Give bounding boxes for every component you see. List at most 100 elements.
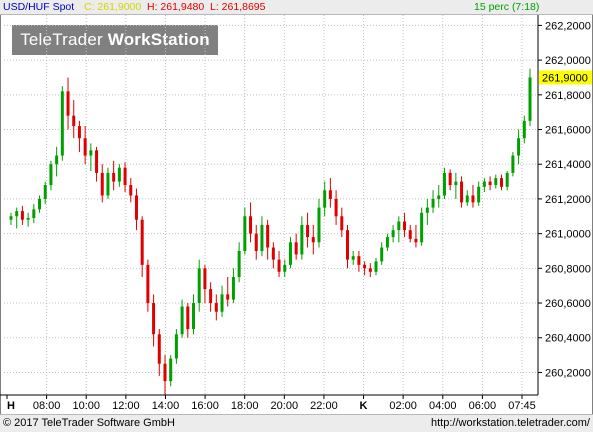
- candle-up: [60, 86, 64, 161]
- candle-up: [9, 212, 13, 225]
- candle-body: [266, 224, 270, 248]
- candle-body: [134, 195, 138, 220]
- candle-down: [152, 294, 156, 347]
- candle-body: [20, 211, 24, 220]
- candle-up: [437, 185, 441, 208]
- candle-down: [448, 169, 452, 191]
- candle-up: [454, 172, 458, 199]
- candle-down: [83, 126, 87, 165]
- candle-body: [294, 242, 298, 255]
- candle-up: [89, 143, 93, 172]
- candle-up: [517, 129, 521, 165]
- candle-body: [152, 303, 156, 335]
- candle-body: [311, 237, 315, 243]
- website-link[interactable]: http://workstation.teletrader.com/: [431, 415, 590, 431]
- candle-down: [203, 264, 207, 304]
- candle-body: [334, 198, 338, 217]
- candle-body: [488, 181, 492, 186]
- candle-up: [237, 242, 241, 283]
- candle-body: [140, 219, 144, 265]
- candle-body: [174, 334, 178, 359]
- candle-body: [403, 221, 407, 231]
- candle-body: [203, 268, 207, 290]
- price-tick-label: 262,2000: [545, 20, 591, 32]
- candle-up: [169, 355, 173, 387]
- candle-body: [209, 289, 213, 304]
- grid-lines: [4, 15, 537, 395]
- candle-down: [123, 162, 127, 192]
- candle-body: [499, 178, 503, 187]
- price-tick-label: 261,8000: [545, 90, 591, 102]
- candle-down: [266, 219, 270, 260]
- price-tick-label: 260,8000: [545, 263, 591, 275]
- time-tick-label: 08:00: [33, 400, 61, 412]
- candle-body: [77, 126, 81, 139]
- candle-body: [300, 224, 304, 255]
- candle-down: [499, 174, 503, 191]
- candle-body: [511, 155, 515, 173]
- chart-footer: © 2017 TeleTrader Software GmbH http://w…: [0, 414, 593, 432]
- last-price-label: 261,9000: [542, 72, 588, 84]
- candle-up: [431, 190, 435, 213]
- candle-down: [134, 188, 138, 231]
- time-tick-label: 06:00: [469, 400, 497, 412]
- candle-body: [317, 207, 321, 243]
- candle-body: [112, 172, 116, 182]
- candle-up: [192, 294, 196, 335]
- candle-body: [163, 363, 167, 382]
- candle-body: [482, 181, 486, 187]
- candle-down: [368, 263, 372, 278]
- candle-up: [465, 190, 469, 206]
- candles: [9, 68, 532, 395]
- candle-up: [197, 259, 201, 312]
- candle-up: [380, 242, 384, 265]
- candle-body: [363, 264, 367, 269]
- time-tick-label: 10:00: [72, 400, 100, 412]
- candle-up: [49, 160, 53, 191]
- candle-down: [271, 242, 275, 269]
- time-tick-label: H: [7, 400, 15, 412]
- candle-body: [249, 216, 253, 234]
- candle-body: [528, 77, 532, 121]
- candle-down: [408, 224, 412, 243]
- candle-up: [174, 329, 178, 364]
- candle-down: [77, 120, 81, 153]
- candle-up: [442, 167, 446, 199]
- candle-up: [351, 250, 355, 265]
- candle-body: [494, 178, 498, 186]
- price-tick-label: 261,4000: [545, 159, 591, 171]
- candle-body: [380, 247, 384, 262]
- time-tick-label: 07:45: [508, 400, 536, 412]
- time-tick-label: 02:00: [389, 400, 417, 412]
- candle-up: [55, 146, 59, 177]
- candle-body: [260, 224, 264, 251]
- candle-up: [220, 285, 224, 317]
- time-tick-label: 22:00: [310, 400, 338, 412]
- candle-up: [317, 198, 321, 248]
- candle-down: [72, 100, 76, 139]
- candle-body: [517, 138, 521, 156]
- candle-body: [465, 195, 469, 203]
- candle-body: [414, 238, 418, 243]
- candle-body: [157, 334, 161, 364]
- candlestick-chart[interactable]: 260,2000 260,4000 260,6000 260,8000 261,0000…: [0, 0, 593, 431]
- candle-body: [32, 209, 36, 219]
- candle-body: [522, 120, 526, 139]
- candle-body: [106, 172, 110, 196]
- candle-body: [351, 256, 355, 260]
- candle-body: [117, 167, 121, 182]
- candle-body: [100, 172, 104, 196]
- candle-up: [374, 257, 378, 276]
- candle-down: [254, 224, 258, 260]
- candle-up: [26, 212, 30, 227]
- time-axis: H 08:00 10:00 12:00 14:00 16:00 18:00 20:00 22:0…: [6, 395, 536, 412]
- candle-up: [505, 171, 509, 191]
- price-tick-label: 260,6000: [545, 298, 591, 310]
- candle-up: [482, 178, 486, 192]
- candle-body: [129, 185, 133, 196]
- time-tick-label: 12:00: [112, 400, 140, 412]
- candle-up: [425, 198, 429, 225]
- candle-down: [226, 277, 230, 307]
- time-tick-label: 04:00: [429, 400, 457, 412]
- candle-body: [15, 211, 19, 217]
